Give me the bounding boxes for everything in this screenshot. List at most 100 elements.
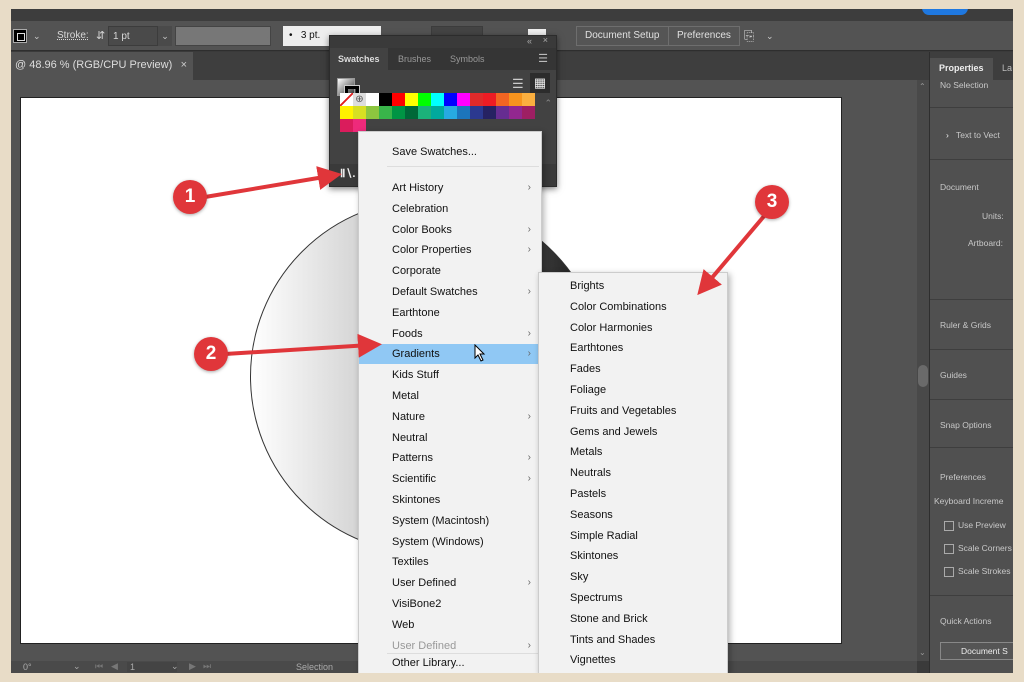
submenu-item[interactable]: Sky xyxy=(539,567,727,587)
submenu-item[interactable]: Spectrums xyxy=(539,588,727,608)
swatch[interactable] xyxy=(392,93,405,106)
swatch[interactable] xyxy=(470,106,483,119)
menu-item[interactable]: Scientific › xyxy=(359,469,541,489)
menu-item[interactable]: Web xyxy=(359,615,541,635)
submenu-item[interactable]: Pastels xyxy=(539,484,727,504)
first-artboard-icon[interactable]: ⏮ xyxy=(95,661,103,672)
prev-artboard-icon[interactable]: ◀ xyxy=(111,661,118,672)
share-button[interactable] xyxy=(922,9,968,15)
submenu-item[interactable]: Neutrals xyxy=(539,463,727,483)
swatch[interactable] xyxy=(379,106,392,119)
menu-item[interactable]: User Defined › xyxy=(359,573,541,593)
swatch[interactable] xyxy=(405,106,418,119)
swatch[interactable] xyxy=(496,93,509,106)
fill-swatch[interactable] xyxy=(13,29,27,43)
submenu-item[interactable]: Brights xyxy=(539,276,727,296)
submenu-item[interactable]: Fruits and Vegetables xyxy=(539,401,727,421)
swatch[interactable] xyxy=(444,106,457,119)
swatch[interactable] xyxy=(340,106,353,119)
swatch[interactable] xyxy=(483,106,496,119)
variable-width-profile[interactable] xyxy=(175,26,271,46)
menu-item[interactable]: Color Properties › xyxy=(359,240,541,260)
swatch[interactable] xyxy=(483,93,496,106)
swatch[interactable] xyxy=(340,119,353,132)
swatch[interactable] xyxy=(418,106,431,119)
preferences-button[interactable]: Preferences xyxy=(668,26,740,46)
menu-item[interactable]: Textiles xyxy=(359,552,541,572)
menu-item[interactable]: Gradients › xyxy=(359,344,541,365)
menu-item[interactable]: Earthtone xyxy=(359,303,541,323)
document-setup-button[interactable]: Document Setup xyxy=(576,26,669,46)
swatch[interactable] xyxy=(457,106,470,119)
menu-item[interactable]: Art History › xyxy=(359,178,541,198)
rotation-field[interactable]: 0° xyxy=(23,662,32,672)
submenu-item[interactable]: Skintones xyxy=(539,546,727,566)
use-preview-checkbox[interactable]: Use Preview xyxy=(944,520,1006,531)
chevron-down-icon[interactable]: ⌄ xyxy=(33,26,41,46)
submenu-item[interactable]: Color Harmonies xyxy=(539,318,727,338)
checkbox-icon[interactable] xyxy=(944,543,954,554)
submenu-item[interactable]: Color Combinations xyxy=(539,297,727,317)
list-view-icon[interactable]: ☰ xyxy=(512,76,524,92)
menu-item[interactable]: Metal xyxy=(359,386,541,406)
close-icon[interactable]: × xyxy=(543,35,548,45)
vertical-scrollbar[interactable]: ⌃ ⌄ xyxy=(917,80,929,661)
swatch[interactable] xyxy=(522,93,535,106)
submenu-item[interactable]: Seasons xyxy=(539,505,727,525)
scale-corners-checkbox[interactable]: Scale Corners xyxy=(944,543,1012,554)
swatch[interactable] xyxy=(470,93,483,106)
menu-item[interactable]: Celebration xyxy=(359,199,541,219)
stroke-dropdown-icon[interactable]: ⌄ xyxy=(158,26,172,46)
text-to-vector-row[interactable]: › Text to Vect xyxy=(930,108,1013,160)
menu-item[interactable]: Foods › xyxy=(359,324,541,344)
menu-item[interactable]: Kids Stuff xyxy=(359,365,541,385)
document-tab[interactable]: @ 48.96 % (RGB/CPU Preview) × xyxy=(11,52,193,80)
menu-item[interactable]: Corporate xyxy=(359,261,541,281)
swatch[interactable] xyxy=(366,106,379,119)
scale-strokes-checkbox[interactable]: Scale Strokes xyxy=(944,566,1010,577)
scroll-up-icon[interactable]: ⌃ xyxy=(919,82,926,91)
scroll-thumb[interactable] xyxy=(918,365,928,387)
swatch[interactable] xyxy=(509,106,522,119)
menu-item-other-library[interactable]: Other Library... xyxy=(359,653,541,673)
swatch[interactable] xyxy=(418,93,431,106)
quick-document-setup-button[interactable]: Document S xyxy=(940,642,1013,660)
swatch[interactable] xyxy=(392,106,405,119)
tab-swatches[interactable]: Swatches xyxy=(330,48,388,70)
swatch[interactable] xyxy=(431,93,444,106)
submenu-item[interactable]: Foliage xyxy=(539,380,727,400)
close-icon[interactable]: × xyxy=(181,52,187,78)
scroll-down-icon[interactable]: ⌄ xyxy=(919,648,926,657)
menu-item[interactable]: Patterns › xyxy=(359,448,541,468)
next-artboard-icon[interactable]: ▶ xyxy=(189,661,196,672)
grid-view-icon[interactable]: ▦ xyxy=(530,73,550,93)
checkbox-icon[interactable] xyxy=(944,566,954,577)
swatch[interactable] xyxy=(522,106,535,119)
profile-dropdown-icon[interactable]: ⌄ xyxy=(263,26,271,46)
submenu-item[interactable]: Vignettes xyxy=(539,650,727,670)
swatch[interactable] xyxy=(457,93,470,106)
menu-item[interactable]: Nature › xyxy=(359,407,541,427)
submenu-item[interactable]: Stone and Brick xyxy=(539,609,727,629)
submenu-item[interactable]: Gems and Jewels xyxy=(539,422,727,442)
swatch-libraries-menu-icon[interactable]: Ⅱ∖. xyxy=(340,167,355,180)
swatch[interactable] xyxy=(431,106,444,119)
submenu-item[interactable]: Tints and Shades xyxy=(539,630,727,650)
swatch[interactable] xyxy=(444,93,457,106)
arrange-icon[interactable]: ⎘ xyxy=(744,26,754,46)
stroke-weight-input[interactable]: 1 pt xyxy=(108,26,158,46)
tab-symbols[interactable]: Symbols xyxy=(442,48,493,70)
submenu-item[interactable]: Earthtones xyxy=(539,338,727,358)
tab-layers[interactable]: La xyxy=(1002,58,1012,78)
artboard-dropdown-icon[interactable]: ⌄ xyxy=(171,661,179,672)
swatch[interactable] xyxy=(405,93,418,106)
submenu-item[interactable]: Simple Radial xyxy=(539,526,727,546)
rotation-dropdown-icon[interactable]: ⌄ xyxy=(73,661,81,672)
swatch-none[interactable] xyxy=(340,93,353,106)
panel-menu-icon[interactable]: ☰ xyxy=(530,48,556,70)
tab-properties[interactable]: Properties xyxy=(930,58,993,80)
menu-item[interactable]: VisiBone2 xyxy=(359,594,541,614)
checkbox-icon[interactable] xyxy=(944,520,954,531)
last-artboard-icon[interactable]: ⏭ xyxy=(203,661,211,672)
stroke-label[interactable]: Stroke: xyxy=(57,26,89,46)
